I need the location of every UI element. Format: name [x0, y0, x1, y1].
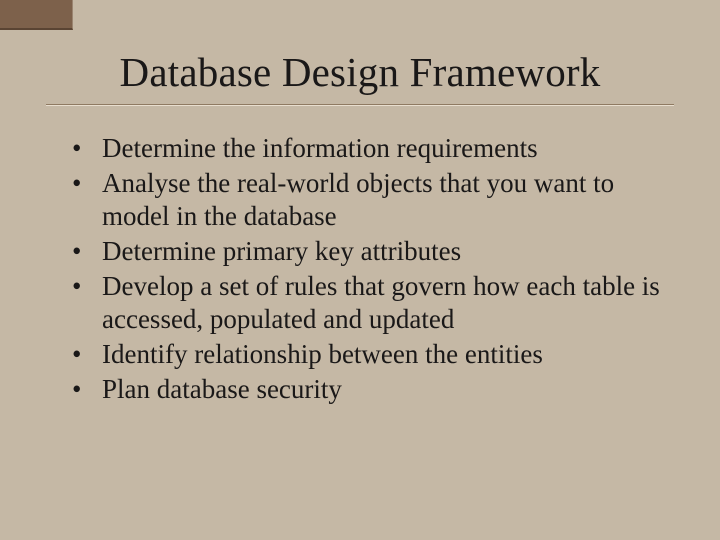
list-item: Analyse the real-world objects that you …	[66, 167, 660, 233]
corner-decoration	[0, 0, 73, 30]
list-item: Identify relationship between the entiti…	[66, 338, 660, 371]
list-item: Determine the information requirements	[66, 132, 660, 165]
slide-content: Determine the information requirements A…	[0, 106, 720, 406]
list-item: Determine primary key attributes	[66, 235, 660, 268]
list-item: Develop a set of rules that govern how e…	[66, 270, 660, 336]
list-item: Plan database security	[66, 373, 660, 406]
slide: Database Design Framework Determine the …	[0, 0, 720, 540]
bullet-list: Determine the information requirements A…	[66, 132, 660, 406]
slide-title: Database Design Framework	[0, 0, 720, 102]
